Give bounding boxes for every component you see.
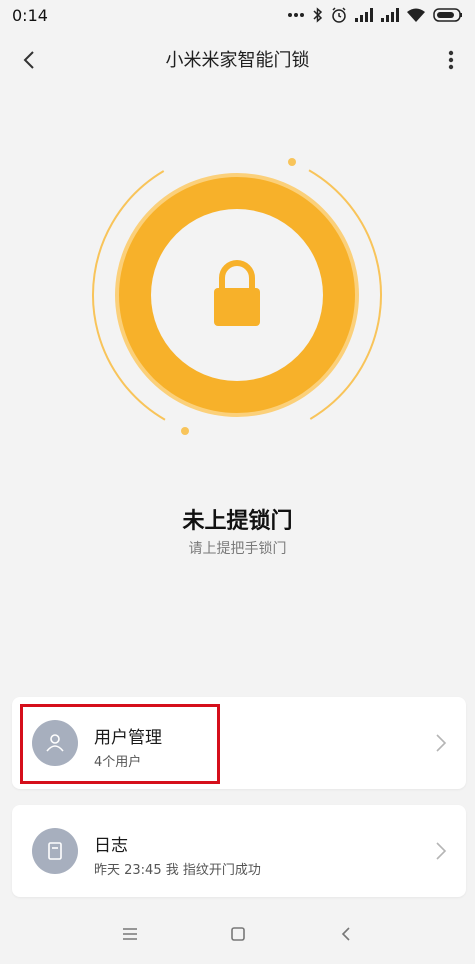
arc-dot-top — [288, 158, 296, 166]
signal-icon-2 — [381, 8, 399, 22]
lock-status-subtitle: 请上提把手锁门 — [188, 541, 287, 557]
system-navbar — [0, 904, 475, 964]
log-card[interactable]: 日志 昨天 23:45 我 指纹开门成功 — [12, 805, 466, 897]
log-icon — [32, 828, 78, 874]
more-vertical-icon[interactable] — [441, 46, 461, 74]
chevron-right-icon — [436, 842, 447, 860]
chevron-right-icon — [436, 734, 447, 752]
more-dots-icon — [288, 13, 304, 17]
app-header: 小米米家智能门锁 — [0, 36, 475, 82]
home-icon[interactable] — [224, 920, 252, 948]
signal-icon — [355, 8, 373, 22]
menu-icon[interactable] — [116, 920, 144, 948]
lock-status-title: 未上提锁门 — [182, 509, 293, 534]
status-time: 0:14 — [12, 5, 48, 25]
back-icon[interactable] — [16, 46, 44, 74]
alarm-icon — [332, 7, 346, 23]
highlight-box — [20, 704, 220, 784]
log-label: 日志 — [94, 836, 128, 856]
page-title: 小米米家智能门锁 — [165, 50, 310, 71]
battery-icon — [433, 8, 462, 22]
wifi-icon — [407, 8, 425, 22]
log-latest-entry: 昨天 23:45 我 指纹开门成功 — [94, 863, 261, 878]
back-nav-icon[interactable] — [332, 920, 360, 948]
lock-ring — [92, 150, 382, 440]
status-icons — [287, 7, 463, 23]
arc-dot-bottom — [181, 427, 189, 435]
status-bar: 0:14 — [0, 0, 475, 30]
bluetooth-icon — [313, 7, 323, 23]
lock-status-visual — [0, 145, 475, 465]
